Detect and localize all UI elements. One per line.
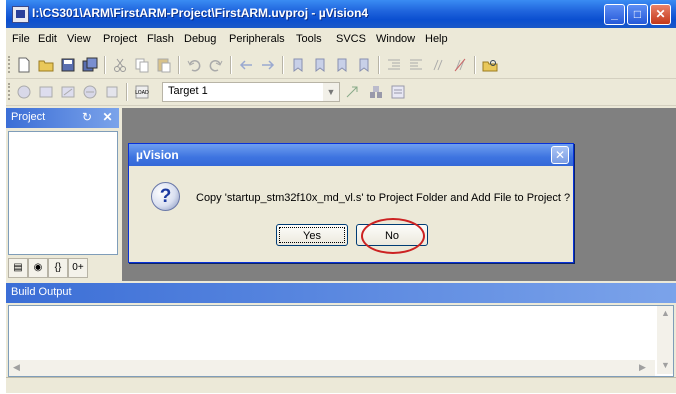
- pin-icon[interactable]: ↻: [82, 110, 97, 125]
- bookmark-clear-icon[interactable]: [356, 57, 372, 73]
- scroll-right-icon[interactable]: ▶: [639, 362, 646, 373]
- redo-icon[interactable]: [208, 57, 224, 73]
- menu-flash[interactable]: Flash: [147, 33, 174, 45]
- yes-button[interactable]: Yes: [276, 224, 348, 246]
- batch-build-icon[interactable]: [82, 84, 98, 100]
- unindent-icon[interactable]: [408, 57, 424, 73]
- toolbar-separator: [282, 56, 284, 74]
- uvision-app-icon[interactable]: [12, 6, 29, 23]
- menu-window[interactable]: Window: [376, 33, 415, 45]
- build-output-title-bar[interactable]: Build Output: [6, 283, 676, 303]
- indent-icon[interactable]: [386, 57, 402, 73]
- tab-templates[interactable]: 0+: [68, 258, 88, 278]
- maximize-button[interactable]: □: [627, 4, 648, 25]
- find-in-files-icon[interactable]: [482, 57, 498, 73]
- toolbar-separator: [178, 56, 180, 74]
- project-panel-tabs: ▤ ◉ {} 0+: [8, 256, 116, 280]
- tab-functions[interactable]: {}: [48, 258, 68, 278]
- file-toolbar: [6, 52, 676, 79]
- dialog-message: Copy 'startup_stm32f10x_md_vl.s' to Proj…: [196, 192, 571, 204]
- title-bar[interactable]: I:\CS301\ARM\FirstARM-Project\FirstARM.u…: [6, 0, 676, 28]
- save-icon[interactable]: [60, 57, 76, 73]
- comment-icon[interactable]: [430, 57, 446, 73]
- uvision-window: I:\CS301\ARM\FirstARM-Project\FirstARM.u…: [6, 0, 676, 393]
- load-label: LOAD: [135, 90, 149, 96]
- project-tree[interactable]: [8, 131, 118, 255]
- menu-edit[interactable]: Edit: [38, 33, 57, 45]
- toolbar-separator: [230, 56, 232, 74]
- toolbar-grip[interactable]: [8, 83, 13, 100]
- project-panel: Project ↻ ✕ ▤ ◉ {} 0+: [6, 108, 119, 281]
- question-icon: ?: [151, 182, 180, 211]
- tab-books-icon[interactable]: ◉: [28, 258, 48, 278]
- bookmark-prev-icon[interactable]: [312, 57, 328, 73]
- target-select-value: Target 1: [168, 85, 208, 97]
- nav-back-icon[interactable]: [238, 57, 254, 73]
- scroll-up-icon[interactable]: ▲: [661, 308, 670, 318]
- panel-close-icon[interactable]: ✕: [100, 110, 115, 125]
- uncomment-icon[interactable]: [452, 57, 468, 73]
- dialog-title-bar[interactable]: µVision ✕: [129, 144, 573, 166]
- tab-project-icon[interactable]: ▤: [8, 258, 28, 278]
- target-options-icon[interactable]: [344, 84, 360, 100]
- confirm-dialog: µVision ✕ ? Copy 'startup_stm32f10x_md_v…: [128, 143, 574, 263]
- bookmark-next-icon[interactable]: [334, 57, 350, 73]
- scroll-down-icon[interactable]: ▼: [661, 360, 670, 370]
- menu-svcs[interactable]: SVCS: [336, 33, 366, 45]
- project-panel-title-bar[interactable]: Project ↻ ✕: [6, 108, 119, 128]
- scroll-left-icon[interactable]: ◀: [13, 362, 20, 373]
- stop-build-icon[interactable]: [104, 84, 120, 100]
- open-folder-icon[interactable]: [38, 57, 54, 73]
- vertical-scrollbar[interactable]: ▲ ▼: [657, 306, 673, 374]
- project-panel-title: Project: [11, 111, 46, 123]
- build-output-title: Build Output: [11, 286, 72, 298]
- horizontal-scrollbar[interactable]: ◀ ▶: [9, 360, 655, 376]
- menu-view[interactable]: View: [67, 33, 91, 45]
- status-bar: [6, 377, 676, 394]
- new-file-icon[interactable]: [16, 57, 32, 73]
- menu-tools[interactable]: Tools: [296, 33, 322, 45]
- menu-file[interactable]: File: [12, 33, 30, 45]
- cut-icon[interactable]: [112, 57, 128, 73]
- translate-icon[interactable]: [16, 84, 32, 100]
- close-button[interactable]: ✕: [650, 4, 671, 25]
- build-icon[interactable]: [38, 84, 54, 100]
- target-select[interactable]: Target 1 ▼: [162, 82, 340, 102]
- undo-icon[interactable]: [186, 57, 202, 73]
- toolbar-separator: [474, 56, 476, 74]
- build-output-text[interactable]: ▲ ▼ ◀ ▶: [8, 305, 674, 377]
- copy-icon[interactable]: [134, 57, 150, 73]
- manage-components-icon[interactable]: [368, 84, 384, 100]
- chevron-down-icon[interactable]: ▼: [323, 83, 339, 101]
- download-icon[interactable]: LOAD: [134, 84, 150, 100]
- menu-project[interactable]: Project: [103, 33, 137, 45]
- menu-bar: File Edit View Project Flash Debug Perip…: [6, 30, 676, 50]
- menu-debug[interactable]: Debug: [184, 33, 216, 45]
- rebuild-icon[interactable]: [60, 84, 76, 100]
- minimize-button[interactable]: _: [604, 4, 625, 25]
- save-all-icon[interactable]: [82, 57, 98, 73]
- build-toolbar: LOAD Target 1 ▼: [6, 79, 676, 106]
- toolbar-grip[interactable]: [8, 56, 13, 73]
- menu-help[interactable]: Help: [425, 33, 448, 45]
- paste-icon[interactable]: [156, 57, 172, 73]
- no-button[interactable]: No: [356, 224, 428, 246]
- dialog-close-button[interactable]: ✕: [551, 146, 569, 164]
- menu-peripherals[interactable]: Peripherals: [229, 33, 285, 45]
- toolbar-separator: [104, 56, 106, 74]
- toolbar-separator: [378, 56, 380, 74]
- window-title: I:\CS301\ARM\FirstARM-Project\FirstARM.u…: [32, 6, 369, 20]
- toolbar-separator: [126, 83, 128, 101]
- nav-forward-icon[interactable]: [260, 57, 276, 73]
- file-extensions-icon[interactable]: [390, 84, 406, 100]
- dialog-title: µVision: [136, 148, 179, 162]
- bookmark-insert-icon[interactable]: [290, 57, 306, 73]
